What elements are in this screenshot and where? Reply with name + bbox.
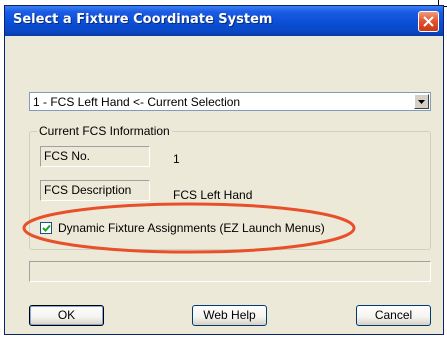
fcs-select-dropdown-button[interactable] (414, 94, 429, 109)
fcs-no-label: FCS No. (40, 146, 150, 167)
fcs-select[interactable]: 1 - FCS Left Hand <- Current Selection (29, 92, 431, 111)
close-icon (423, 16, 434, 27)
title-bar[interactable]: Select a Fixture Coordinate System (5, 6, 443, 36)
web-help-button[interactable]: Web Help (192, 305, 267, 326)
highlight-annotation (22, 202, 356, 254)
status-bar (29, 261, 431, 282)
ok-button[interactable]: OK (29, 305, 104, 326)
fcs-select-value: 1 - FCS Left Hand <- Current Selection (33, 95, 241, 109)
fcs-description-label: FCS Description (40, 180, 150, 201)
chevron-down-icon (418, 100, 425, 104)
window-title: Select a Fixture Coordinate System (13, 12, 273, 27)
cancel-button[interactable]: Cancel (356, 305, 431, 326)
close-button[interactable] (418, 11, 439, 32)
current-fcs-group-title: Current FCS Information (37, 124, 172, 138)
fcs-no-value: 1 (173, 152, 180, 166)
